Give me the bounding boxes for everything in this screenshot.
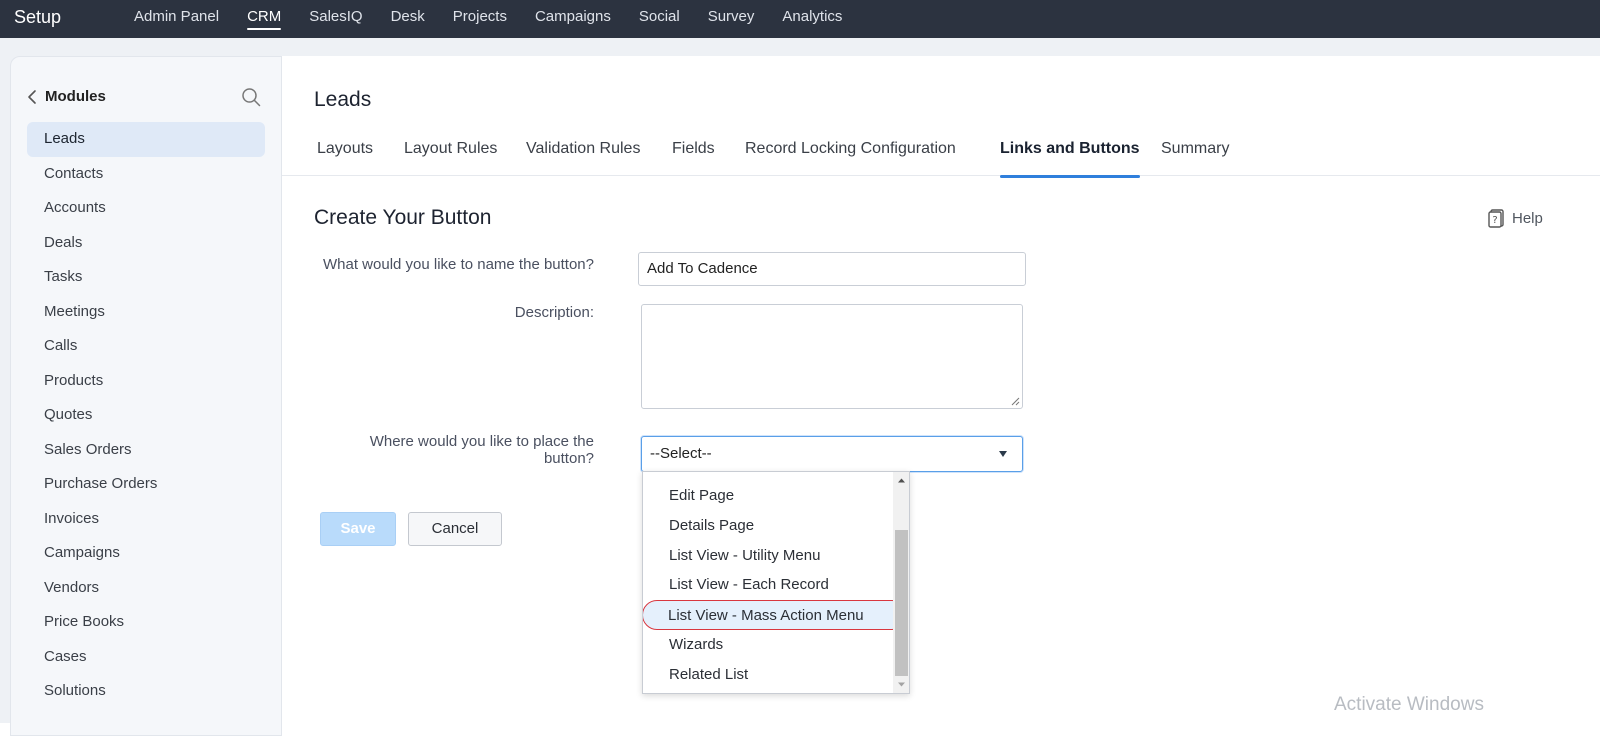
sidebar-item-sales-orders[interactable]: Sales Orders xyxy=(27,433,265,468)
placement-dropdown: Edit Page Details Page List View - Utili… xyxy=(642,471,910,694)
sidebar-item-price-books[interactable]: Price Books xyxy=(27,605,265,640)
resize-grip-icon[interactable] xyxy=(1010,396,1020,406)
tab-record-locking-configuration[interactable]: Record Locking Configuration xyxy=(745,140,956,176)
sidebar-item-quotes[interactable]: Quotes xyxy=(27,398,265,433)
section-title: Create Your Button xyxy=(314,206,492,229)
description-label: Description: xyxy=(514,304,594,321)
chevron-left-icon[interactable] xyxy=(25,89,41,105)
setup-title: Setup xyxy=(14,7,62,27)
option-list-view-each-record[interactable]: List View - Each Record xyxy=(643,570,893,600)
sidebar-item-calls[interactable]: Calls xyxy=(27,329,265,364)
sidebar-item-invoices[interactable]: Invoices xyxy=(27,502,265,537)
option-edit-page[interactable]: Edit Page xyxy=(643,481,893,511)
option-related-list[interactable]: Related List xyxy=(643,660,893,690)
placement-label-line2: button? xyxy=(543,450,594,467)
option-list-view-mass-action-menu[interactable]: List View - Mass Action Menu xyxy=(643,600,907,630)
sidebar-item-vendors[interactable]: Vendors xyxy=(27,571,265,606)
placement-select-value: --Select-- xyxy=(650,445,712,462)
placement-select[interactable]: --Select-- xyxy=(641,436,1023,472)
page-title: Leads xyxy=(314,88,372,111)
placement-label: Where would you like to place the button… xyxy=(294,433,594,467)
sidebar-item-solutions[interactable]: Solutions xyxy=(27,674,265,709)
tab-layouts[interactable]: Layouts xyxy=(317,140,373,176)
nav-crm[interactable]: CRM xyxy=(233,0,295,38)
sidebar-item-campaigns[interactable]: Campaigns xyxy=(27,536,265,571)
save-button[interactable]: Save xyxy=(320,512,396,546)
module-tabs: Layouts Layout Rules Validation Rules Fi… xyxy=(282,134,1600,178)
module-list: Leads Contacts Accounts Deals Tasks Meet… xyxy=(27,122,265,709)
top-nav: Admin Panel CRM SalesIQ Desk Projects Ca… xyxy=(120,0,856,38)
sidebar-item-contacts[interactable]: Contacts xyxy=(27,157,265,192)
svg-text:?: ? xyxy=(1492,215,1497,226)
nav-projects[interactable]: Projects xyxy=(439,0,521,38)
dropdown-scrollbar[interactable] xyxy=(893,472,910,693)
sidebar-item-leads[interactable]: Leads xyxy=(27,122,265,157)
option-wizards[interactable]: Wizards xyxy=(643,630,893,660)
description-textarea[interactable] xyxy=(641,304,1023,409)
search-icon[interactable] xyxy=(240,86,262,108)
tab-validation-rules[interactable]: Validation Rules xyxy=(526,140,640,176)
button-name-input[interactable]: Add To Cadence xyxy=(638,252,1026,286)
main-panel: Leads Layouts Layout Rules Validation Ru… xyxy=(282,56,1600,736)
tab-links-and-buttons[interactable]: Links and Buttons xyxy=(1000,140,1140,178)
scrollbar-thumb[interactable] xyxy=(895,530,908,676)
caret-down-icon xyxy=(999,451,1007,457)
sidebar-item-cases[interactable]: Cases xyxy=(27,640,265,675)
top-bar: Setup Admin Panel CRM SalesIQ Desk Proje… xyxy=(0,0,1600,38)
activate-windows-watermark: Activate Windows xyxy=(1334,694,1484,715)
sidebar-title: Modules xyxy=(45,88,106,105)
nav-survey[interactable]: Survey xyxy=(694,0,769,38)
nav-admin-panel[interactable]: Admin Panel xyxy=(120,0,233,38)
tab-fields[interactable]: Fields xyxy=(672,140,715,176)
nav-social[interactable]: Social xyxy=(625,0,694,38)
placement-label-line1: Where would you like to place the xyxy=(369,433,594,450)
sidebar-item-purchase-orders[interactable]: Purchase Orders xyxy=(27,467,265,502)
nav-desk[interactable]: Desk xyxy=(377,0,439,38)
modules-sidebar: Modules Leads Contacts Accounts Deals Ta… xyxy=(10,56,282,736)
option-list-view-utility-menu[interactable]: List View - Utility Menu xyxy=(643,541,893,571)
tab-summary[interactable]: Summary xyxy=(1161,140,1229,176)
button-name-label: What would you like to name the button? xyxy=(323,256,594,273)
sidebar-item-deals[interactable]: Deals xyxy=(27,226,265,261)
sidebar-item-accounts[interactable]: Accounts xyxy=(27,191,265,226)
scroll-up-arrow-icon[interactable] xyxy=(893,472,910,489)
sidebar-item-tasks[interactable]: Tasks xyxy=(27,260,265,295)
placement-options-list: Edit Page Details Page List View - Utili… xyxy=(643,481,907,690)
sidebar-item-products[interactable]: Products xyxy=(27,364,265,399)
nav-campaigns[interactable]: Campaigns xyxy=(521,0,625,38)
nav-salesiq[interactable]: SalesIQ xyxy=(295,0,376,38)
sidebar-header: Modules xyxy=(11,85,281,109)
sidebar-item-meetings[interactable]: Meetings xyxy=(27,295,265,330)
scroll-down-arrow-icon[interactable] xyxy=(893,676,910,693)
nav-analytics[interactable]: Analytics xyxy=(768,0,856,38)
help-label: Help xyxy=(1512,209,1543,227)
tab-layout-rules[interactable]: Layout Rules xyxy=(404,140,497,176)
cancel-button[interactable]: Cancel xyxy=(408,512,502,546)
option-details-page[interactable]: Details Page xyxy=(643,511,893,541)
help-link[interactable]: ? Help xyxy=(1488,208,1543,228)
help-book-icon: ? xyxy=(1488,209,1504,228)
